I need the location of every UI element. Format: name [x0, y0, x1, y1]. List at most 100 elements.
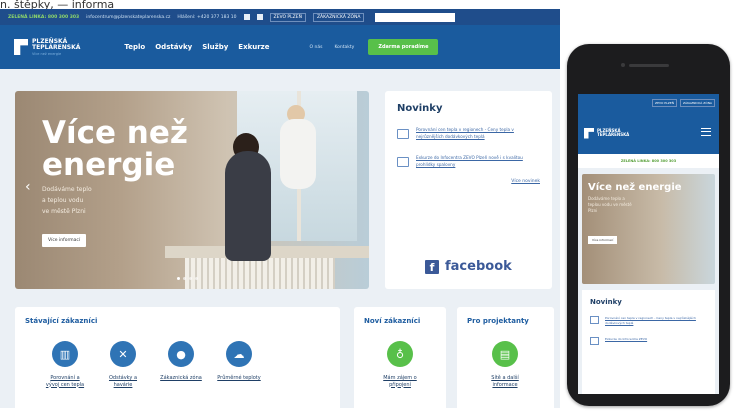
hero-text-line2: a teplou vodu	[42, 197, 84, 204]
document-icon: ▤	[492, 341, 518, 367]
social-icon[interactable]	[243, 14, 250, 20]
logo-line2: TEPLÁRENSKÁ	[32, 44, 81, 51]
existing-customers-title: Stávající zákazníci	[25, 317, 98, 325]
customer-zone-label: Zákaznická zóna	[160, 375, 202, 381]
tools-icon: ✕	[110, 341, 136, 367]
hamburger-menu-icon[interactable]	[701, 128, 711, 136]
menu-item-sluzby[interactable]: Služby	[202, 43, 228, 51]
hero-banner: ‹ Více než energie Dodáváme teplo a tepl…	[15, 91, 369, 289]
carousel-prev-icon[interactable]: ‹	[25, 179, 31, 195]
news-link[interactable]: Exkurze do Infocentra ZEVO Plzeň nově i …	[416, 155, 540, 168]
radiator-image	[185, 258, 335, 289]
news-panel: Novinky Porovnání cen tepla v regionech …	[385, 91, 552, 289]
carousel-dots	[177, 277, 198, 280]
phone-logo-mark-icon	[584, 127, 594, 139]
carousel-dot[interactable]	[183, 277, 186, 280]
phone-mockup: ZEVO PLZEŇ ZÁKAZNICKÁ ZÓNA PLZEŇSKÁ TEPL…	[567, 44, 730, 406]
phone-news-link[interactable]: Porovnání cen tepla v regionech - Ceny t…	[605, 316, 707, 325]
menu-item-kontakty[interactable]: Kontakty	[334, 45, 354, 50]
price-comparison-item[interactable]: ▥ Porovnání a vývoj cen tepla	[43, 341, 87, 388]
facebook-icon: f	[425, 259, 439, 274]
phone-top-bar: ZEVO PLZEŇ ZÁKAZNICKÁ ZÓNA	[578, 94, 719, 112]
carousel-dot[interactable]	[177, 277, 180, 280]
menu-item-teplo[interactable]: Teplo	[124, 43, 145, 51]
green-line-phone[interactable]: ZELENÁ LINKA: 800 300 303	[8, 15, 79, 20]
phone-hero-button[interactable]: Více informací	[588, 236, 618, 244]
email-link[interactable]: infocentrum@plzenskateplarenska.cz	[86, 15, 170, 20]
phone-nav: PLZEŇSKÁ TEPLÁRENSKÁ	[578, 112, 719, 154]
news-document-icon	[397, 157, 409, 167]
phone-zevo-button[interactable]: ZEVO PLZEŇ	[652, 99, 677, 107]
carousel-dot[interactable]	[189, 277, 192, 280]
hero-title-line2: energie	[42, 147, 176, 183]
hero-more-info-button[interactable]: Více informací	[42, 234, 87, 247]
average-temperatures-label: Průměrné teploty	[217, 375, 261, 381]
phone-green-line[interactable]: ZELENÁ LINKA: 800 300 303	[578, 154, 719, 168]
phone-logo-line2: TEPLÁRENSKÁ	[597, 132, 630, 137]
plug-icon: ♁	[387, 341, 413, 367]
new-customers-card: Noví zákazníci ♁ Mám zájem o připojení	[354, 307, 446, 417]
chart-icon: ▥	[52, 341, 78, 367]
news-title: Novinky	[397, 103, 443, 114]
phone-customer-zone-button[interactable]: ZÁKAZNICKÁ ZÓNA	[680, 99, 715, 107]
networks-info-label: Sítě a další informace	[491, 375, 519, 388]
speaker-icon	[629, 64, 669, 67]
facebook-link[interactable]: f facebook	[425, 259, 512, 274]
child-body-image	[280, 119, 316, 189]
phone-hero-title: Více než energie	[588, 182, 682, 193]
logo-mark-icon	[14, 39, 28, 55]
phone-hero-text: Dodáváme teplo a teplou vodu ve městě Pl…	[588, 196, 632, 213]
phone-news-link[interactable]: Exkurze do Infocentra ZEVO	[605, 337, 647, 345]
outages-label: Odstávky a havárie	[108, 375, 138, 388]
zevo-button[interactable]: ZEVO PLZEŇ	[269, 12, 306, 22]
news-item: Exkurze do Infocentra ZEVO Plzeň nově i …	[397, 155, 540, 168]
price-comparison-label: Porovnání a vývoj cen tepla	[45, 375, 85, 388]
phone-logo[interactable]: PLZEŇSKÁ TEPLÁRENSKÁ	[597, 128, 630, 138]
phone-news-icon	[590, 316, 599, 324]
menu-item-exkurze[interactable]: Exkurze	[238, 43, 269, 51]
camera-icon	[621, 63, 625, 67]
news-link[interactable]: Porovnání cen tepla v regionech - Ceny t…	[416, 127, 540, 140]
hero-text-line3: ve městě Plzni	[42, 208, 86, 215]
logo[interactable]: PLZEŇSKÁ TEPLÁRENSKÁ Více než energie	[14, 38, 81, 56]
customer-zone-item[interactable]: ● Zákaznická zóna	[159, 341, 203, 388]
menu-item-o-nas[interactable]: O nás	[310, 45, 323, 50]
connection-interest-item[interactable]: ♁ Mám zájem o připojení	[378, 341, 422, 388]
hero-title: Více než energie	[42, 117, 212, 181]
more-news-link[interactable]: Více novinek	[397, 179, 540, 184]
connection-interest-label: Mám zájem o připojení	[383, 375, 417, 388]
phone-hero: Více než energie Dodáváme teplo a teplou…	[582, 174, 715, 284]
new-customers-title: Noví zákazníci	[364, 317, 421, 325]
hero-text: Dodáváme teplo a teplou vodu ve městě Pl…	[42, 184, 122, 217]
page-body: ‹ Více než energie Dodáváme teplo a tepl…	[0, 69, 560, 417]
phone-news: Novinky Porovnání cen tepla v regionech …	[582, 290, 715, 394]
thermometer-icon: ☁	[226, 341, 252, 367]
report-phone[interactable]: Hlášení: +420 377 183 10	[177, 15, 236, 20]
news-item: Porovnání cen tepla v regionech - Ceny t…	[397, 127, 540, 140]
designers-title: Pro projektanty	[467, 317, 529, 325]
hero-text-line1: Dodáváme teplo	[42, 186, 92, 193]
free-advice-button[interactable]: Zdarma poradíme	[368, 39, 439, 55]
search-input[interactable]	[375, 12, 456, 22]
average-temperatures-item[interactable]: ☁ Průměrné teploty	[217, 341, 261, 388]
outages-item[interactable]: ✕ Odstávky a havárie	[101, 341, 145, 388]
user-icon: ●	[168, 341, 194, 367]
networks-info-item[interactable]: ▤ Sítě a další informace	[483, 341, 527, 388]
hero-title-line1: Více než	[42, 115, 188, 151]
existing-customers-card: Stávající zákazníci ▥ Porovnání a vývoj …	[15, 307, 340, 417]
news-document-icon	[397, 129, 409, 139]
phone-screen: ZEVO PLZEŇ ZÁKAZNICKÁ ZÓNA PLZEŇSKÁ TEPL…	[578, 94, 719, 394]
phone-news-item: Porovnání cen tepla v regionech - Ceny t…	[590, 316, 707, 325]
woman-body-image	[225, 151, 271, 261]
menu-item-odstavky[interactable]: Odstávky	[155, 43, 192, 51]
customer-zone-button[interactable]: ZÁKAZNICKÁ ZÓNA	[312, 12, 365, 22]
designers-card: Pro projektanty ▤ Sítě a další informace	[457, 307, 554, 417]
logo-sub: Více než energie	[32, 51, 62, 56]
main-nav: PLZEŇSKÁ TEPLÁRENSKÁ Více než energie Te…	[0, 25, 560, 69]
carousel-dot[interactable]	[195, 277, 198, 280]
phone-news-item: Exkurze do Infocentra ZEVO	[590, 337, 707, 345]
facebook-label: facebook	[445, 259, 512, 274]
phone-news-icon	[590, 337, 599, 345]
social-icon[interactable]	[256, 14, 263, 20]
phone-news-title: Novinky	[590, 298, 622, 306]
